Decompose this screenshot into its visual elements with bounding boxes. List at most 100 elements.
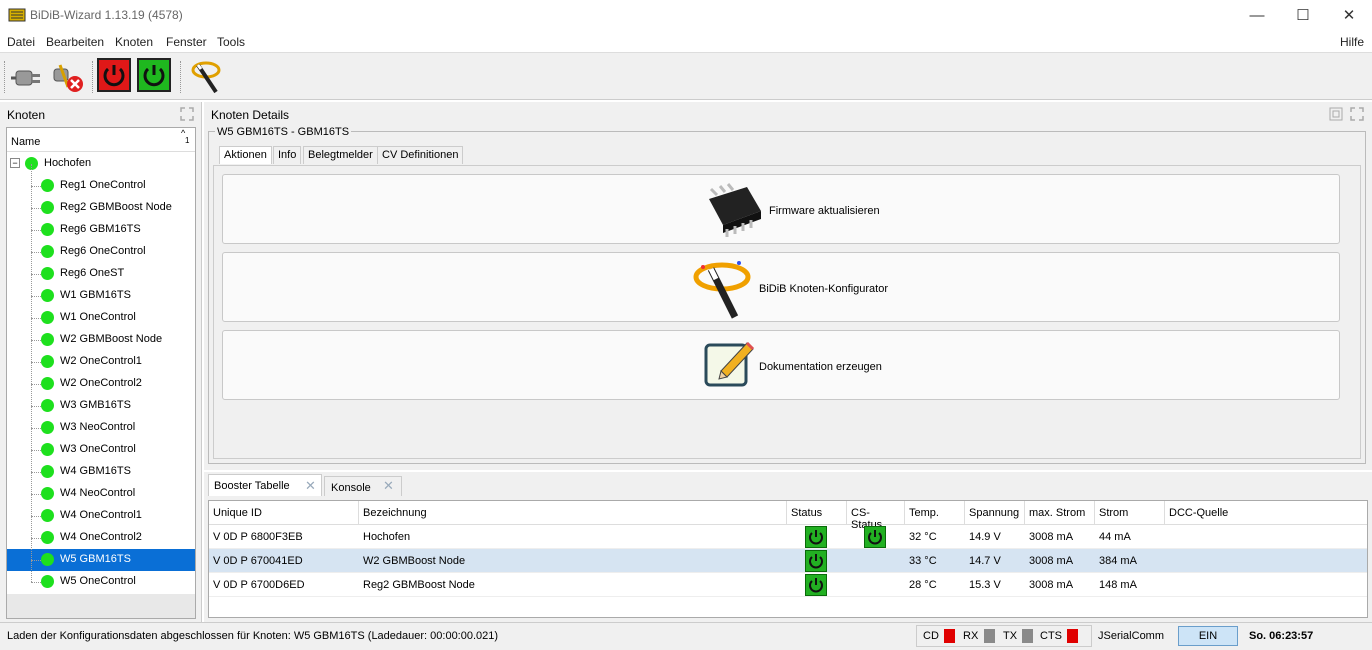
tree-node[interactable]: W2 OneControl2 [7,373,195,395]
tab-aktionen[interactable]: Aktionen [219,146,272,164]
plug-connect-icon[interactable] [10,59,46,95]
node-status-icon [41,487,54,500]
tree-node-label: Reg6 GBM16TS [60,223,141,235]
menu-knoten[interactable]: Knoten [115,35,153,49]
tree-connector [31,252,41,253]
node-status-icon [41,201,54,214]
tree-node[interactable]: W3 OneControl [7,439,195,461]
close-tab-icon[interactable]: ✕ [383,478,394,494]
status-power-icon[interactable] [805,526,827,548]
menu-tools[interactable]: Tools [217,35,245,49]
status-power-icon[interactable] [805,574,827,596]
tree-connector [31,428,41,429]
node-configurator-button[interactable]: BiDiB Knoten-Konfigurator [222,252,1340,322]
table-row[interactable]: V 0D P 6700D6ED Reg2 GBMBoost Node 28 °C 15… [209,573,1367,597]
node-status-icon [41,223,54,236]
tree-node-label: W3 OneControl [60,443,136,455]
tab-cv-definitionen[interactable]: CV Definitionen [377,146,464,164]
tree-header[interactable]: Name ^ 1 [7,128,195,152]
tab-booster-tabelle[interactable]: Booster Tabelle ✕ [208,474,322,496]
power-state-button[interactable]: EIN [1178,626,1238,646]
col-cs-status[interactable]: CS-Status [847,501,905,531]
node-status-icon [41,245,54,258]
menu-fenster[interactable]: Fenster [166,35,207,49]
tree-node[interactable]: Reg6 GBM16TS [7,219,195,241]
cell-volt: 15.3 V [969,579,1001,591]
cell-strom: 148 mA [1099,579,1137,591]
menu-hilfe[interactable]: Hilfe [1340,35,1364,49]
col-temp[interactable]: Temp. [905,501,965,525]
tree-connector [31,362,41,363]
tree-node[interactable]: W4 OneControl1 [7,505,195,527]
col-bezeichnung[interactable]: Bezeichnung [359,501,787,525]
power-off-red-icon[interactable] [97,58,131,92]
tree-node[interactable]: W1 GBM16TS [7,285,195,307]
tab-info[interactable]: Info [273,146,302,164]
col-strom[interactable]: Strom [1095,501,1165,525]
tree-node-label: W4 NeoControl [60,487,136,499]
tree-node[interactable]: W4 NeoControl [7,483,195,505]
pencil-notepad-icon [704,341,755,387]
tree-node[interactable]: W2 OneControl1 [7,351,195,373]
menu-bearbeiten[interactable]: Bearbeiten [46,35,104,49]
tree-node[interactable]: Reg6 OneControl [7,241,195,263]
firmware-update-button[interactable]: Firmware aktualisieren [222,174,1340,244]
tree-node[interactable]: W4 GBM16TS [7,461,195,483]
status-power-icon[interactable] [805,550,827,572]
col-dcc-quelle[interactable]: DCC-Quelle [1165,501,1367,525]
tree-node[interactable]: Reg1 OneControl [7,175,195,197]
maximize-panel-icon[interactable] [1350,107,1364,121]
tree-node[interactable]: W2 GBMBoost Node [7,329,195,351]
restore-panel-icon[interactable] [1329,107,1343,121]
node-tree[interactable]: Name ^ 1 − Hochofen Reg1 OneControl Reg2 … [6,127,196,619]
aktionen-pane: Firmware aktualisieren BiDiB Knoten-Konf… [213,165,1361,459]
tx-label: TX [1003,630,1018,642]
node-status-icon [41,575,54,588]
node-configurator-label: BiDiB Knoten-Konfigurator [759,283,889,295]
table-row[interactable]: V 0D P 6800F3EB Hochofen 32 °C 14.9 V 3008 m… [209,525,1367,549]
tree-node[interactable]: W4 OneControl2 [7,527,195,549]
node-status-icon [41,289,54,302]
close-button[interactable]: ✕ [1326,0,1372,30]
plug-disconnect-icon[interactable] [50,59,86,95]
sort-indicator: 1 [185,136,190,145]
col-spannung[interactable]: Spannung [965,501,1025,525]
booster-table[interactable]: Unique ID Bezeichnung Status CS-Status T… [208,500,1368,618]
tree-node[interactable]: W3 GMB16TS [7,395,195,417]
tree-node-label: W5 OneControl [60,575,136,587]
power-on-green-icon[interactable] [137,58,171,92]
documentation-button[interactable]: Dokumentation erzeugen [222,330,1340,400]
col-status[interactable]: Status [787,501,847,525]
tab-konsole[interactable]: Konsole ✕ [324,476,402,496]
magic-wand-icon[interactable] [188,59,224,95]
tree-connector [31,340,41,341]
tree-node[interactable]: W5 GBM16TS [7,549,195,571]
node-status-icon [41,509,54,522]
cell-strom: 44 mA [1099,531,1131,543]
node-status-icon [41,465,54,478]
tree-node[interactable]: Reg6 OneST [7,263,195,285]
tab-belegtmelder[interactable]: Belegtmelder [303,146,378,164]
tree-node[interactable]: W5 OneControl [7,571,195,593]
minimize-button[interactable]: — [1234,0,1280,30]
maximize-button[interactable]: ☐ [1280,0,1326,30]
tree-connector [31,208,41,209]
col-unique-id[interactable]: Unique ID [209,501,359,525]
tree-node[interactable]: Reg2 GBMBoost Node [7,197,195,219]
tree-connector [31,538,41,539]
node-status-icon [41,443,54,456]
close-tab-icon[interactable]: ✕ [305,478,316,494]
col-max-strom[interactable]: max. Strom [1025,501,1095,525]
table-row[interactable]: V 0D P 670041ED W2 GBMBoost Node 33 °C 14.7… [209,549,1367,573]
maximize-panel-icon[interactable] [180,107,194,121]
menu-datei[interactable]: Datei [7,35,35,49]
tree-node[interactable]: W1 OneControl [7,307,195,329]
tree-root-node[interactable]: − Hochofen [7,153,195,175]
toolbar-separator [180,61,181,93]
cd-label: CD [923,630,939,642]
tree-column-name: Name [11,136,41,148]
collapse-icon[interactable]: − [10,158,20,168]
cs-status-power-icon[interactable] [864,526,886,548]
cts-led-icon [1067,629,1078,643]
tree-node[interactable]: W3 NeoControl [7,417,195,439]
